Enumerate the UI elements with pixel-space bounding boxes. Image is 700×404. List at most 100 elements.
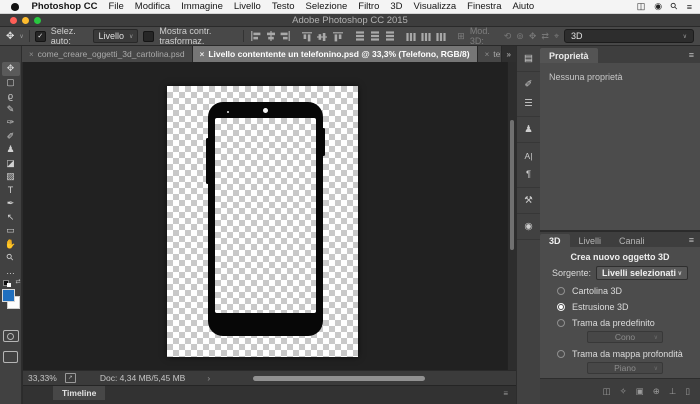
lasso-tool[interactable]: ϱ — [2, 89, 20, 103]
tool-presets-panel-icon[interactable]: ⚒ — [524, 191, 533, 210]
menu-testo[interactable]: Testo — [266, 1, 300, 12]
menu-photoshop[interactable]: Photoshop CC — [26, 1, 103, 12]
export-icon[interactable]: ⊥ — [669, 386, 676, 397]
3d-slide-icon[interactable]: ⇄ — [541, 31, 549, 42]
share-icon[interactable]: ↗ — [65, 373, 76, 383]
shape-tool[interactable]: ▭ — [2, 224, 20, 238]
merge-icon[interactable]: ⊕ — [653, 386, 660, 397]
radio-icon[interactable] — [557, 350, 565, 358]
spotlight-icon[interactable]: ⚲ — [668, 0, 680, 12]
brush-settings-panel-icon[interactable]: ☰ — [524, 94, 533, 113]
menu-selezione[interactable]: Selezione — [300, 1, 353, 12]
panel-menu-icon[interactable]: ≡ — [689, 235, 700, 245]
vertical-scrollbar-thumb[interactable] — [510, 120, 514, 250]
chevron-down-icon[interactable]: ∨ — [19, 33, 23, 40]
swatches-panel-icon[interactable]: ▤ — [524, 49, 533, 68]
source-dropdown[interactable]: Livelli selezionati ∨ — [596, 266, 688, 280]
distribute-center-icon[interactable] — [420, 30, 433, 43]
document-canvas[interactable] — [167, 86, 358, 357]
close-icon[interactable]: × — [485, 50, 490, 59]
align-left-icon[interactable] — [249, 30, 262, 43]
brush-panel-icon[interactable]: ✐ — [525, 75, 533, 94]
display-icon[interactable]: ◫ — [637, 1, 646, 12]
option-trama-predefinito[interactable]: Trama da predefinito — [557, 318, 688, 328]
paragraph-panel-icon[interactable]: ¶ — [526, 165, 531, 184]
auto-select-dropdown[interactable]: Livello ∨ — [93, 29, 138, 43]
tab-overflow-icon[interactable]: » — [502, 50, 516, 59]
menu-file[interactable]: File — [103, 1, 129, 12]
option-trama-mappa-profondita[interactable]: Trama da mappa profondità — [557, 349, 688, 359]
menu-visualizza[interactable]: Visualizza — [408, 1, 462, 12]
quick-mask-button[interactable] — [3, 330, 19, 342]
screen-mode-button[interactable] — [3, 351, 18, 363]
menu-3d[interactable]: 3D — [385, 1, 408, 12]
panel-menu-icon[interactable]: ≡ — [689, 50, 700, 60]
timeline-tab[interactable]: Timeline — [53, 386, 105, 400]
render-icon[interactable]: ▣ — [636, 386, 644, 397]
clone-source-panel-icon[interactable]: ♟ — [524, 120, 533, 139]
show-transform-checkbox[interactable] — [143, 31, 154, 42]
align-middle-icon[interactable] — [316, 30, 329, 43]
close-icon[interactable]: × — [29, 50, 34, 59]
brush-tool[interactable]: ✐ — [2, 130, 20, 144]
tab-3d[interactable]: 3D — [540, 234, 570, 247]
menu-livello[interactable]: Livello — [228, 1, 266, 12]
3d-roll-icon[interactable]: ⊚ — [516, 31, 524, 42]
default-colors-icon[interactable] — [7, 283, 11, 287]
histogram-panel-icon[interactable]: ◉ — [524, 217, 532, 236]
zoom-tool[interactable]: ⚲ — [4, 252, 16, 264]
sphere-icon[interactable]: ◉ — [654, 1, 662, 12]
preset-dropdown[interactable]: Cono ∨ — [587, 331, 663, 343]
path-selection-tool[interactable]: ↖ — [2, 211, 20, 225]
workspace-dropdown[interactable]: 3D ∨ — [564, 29, 694, 43]
option-cartolina-3d[interactable]: Cartolina 3D — [557, 286, 688, 296]
align-right-icon[interactable] — [279, 30, 292, 43]
canvas-area[interactable] — [23, 62, 507, 370]
horizontal-scrollbar-thumb[interactable] — [253, 376, 425, 381]
eyedropper-tool[interactable]: ✑ — [2, 116, 20, 130]
type-tool[interactable]: T — [2, 184, 20, 198]
auto-select-checkbox[interactable]: ✓ — [35, 31, 46, 42]
radio-icon[interactable] — [557, 319, 565, 327]
distribute-right-icon[interactable] — [435, 30, 448, 43]
3d-rotate-icon[interactable]: ⟲ — [504, 31, 512, 42]
character-panel-icon[interactable]: A| — [525, 146, 533, 165]
3d-drag-icon[interactable]: ✥ — [529, 31, 537, 42]
distribute-bottom-icon[interactable] — [383, 30, 396, 43]
radio-icon[interactable] — [557, 287, 565, 295]
close-icon[interactable]: × — [200, 50, 205, 59]
notification-center-icon[interactable]: ≡ — [687, 2, 692, 12]
distribute-grid-icon[interactable]: ⊞ — [457, 31, 465, 42]
zoom-level[interactable]: 33,33% — [28, 373, 57, 383]
menu-modifica[interactable]: Modifica — [129, 1, 175, 12]
align-bottom-icon[interactable] — [331, 30, 344, 43]
depth-map-dropdown[interactable]: Piano ∨ — [587, 362, 663, 374]
eraser-tool[interactable]: ◪ — [2, 157, 20, 171]
delete-icon[interactable]: ▯ — [685, 386, 690, 397]
document-tab-cartolina[interactable]: × come_creare_oggetti_3d_cartolina.psd — [22, 46, 193, 62]
menu-aiuto[interactable]: Aiuto — [507, 1, 540, 12]
move-tool[interactable]: ✥ — [2, 62, 20, 76]
3d-scale-icon[interactable]: ⌖ — [554, 31, 559, 42]
vertical-scrollbar[interactable] — [507, 62, 516, 370]
radio-selected-icon[interactable] — [557, 303, 565, 311]
filter-icon[interactable]: ◫ — [603, 386, 611, 397]
move-tool-icon[interactable]: ✥ — [6, 31, 14, 42]
light-icon[interactable]: ✧ — [620, 386, 627, 397]
pen-tool[interactable]: ✒ — [2, 197, 20, 211]
tab-canali[interactable]: Canali — [610, 234, 654, 247]
status-expander-icon[interactable]: › — [207, 373, 210, 383]
distribute-middle-icon[interactable] — [368, 30, 381, 43]
hand-tool[interactable]: ✋ — [2, 238, 20, 252]
gradient-tool[interactable]: ▨ — [2, 170, 20, 184]
foreground-color-swatch[interactable] — [2, 289, 15, 302]
document-tab-telefonino[interactable]: × Livello contentente un telefonino.psd … — [193, 46, 478, 62]
distribute-top-icon[interactable] — [353, 30, 366, 43]
distribute-left-icon[interactable] — [405, 30, 418, 43]
tab-livelli[interactable]: Livelli — [570, 234, 611, 247]
quick-selection-tool[interactable]: ✎ — [2, 103, 20, 117]
menu-finestra[interactable]: Finestra — [462, 1, 507, 12]
tab-proprieta[interactable]: Proprietà — [540, 48, 598, 63]
edit-toolbar-button[interactable]: … — [2, 265, 20, 279]
align-top-icon[interactable] — [301, 30, 314, 43]
